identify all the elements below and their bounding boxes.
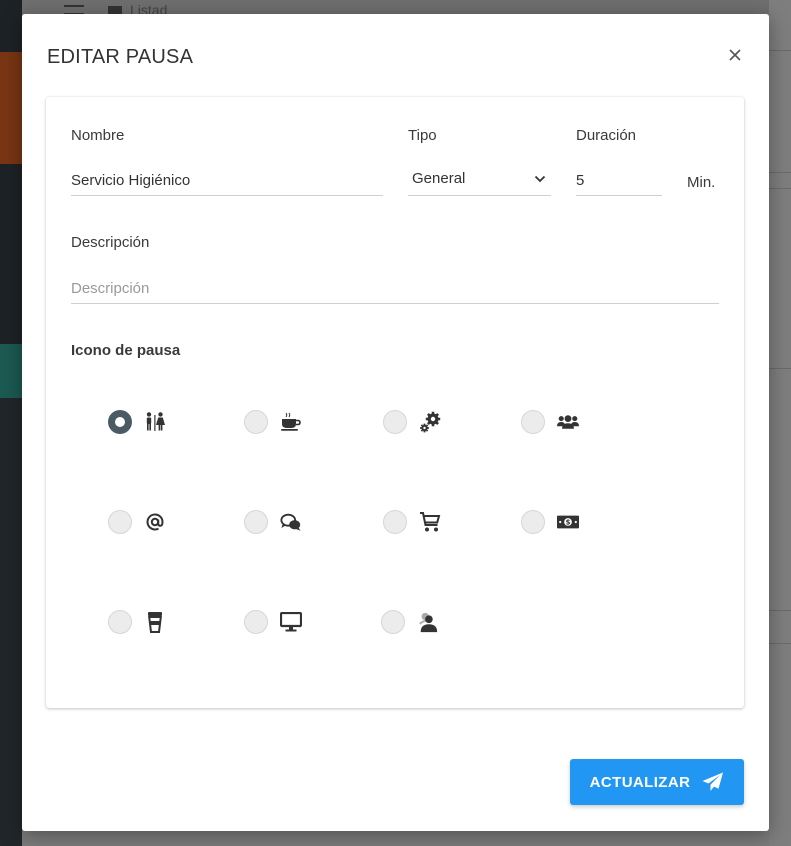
radio-button[interactable] [521,410,545,434]
app-divider [769,368,791,369]
tipo-label: Tipo [408,127,437,144]
icon-option-cup[interactable] [108,602,228,642]
at-icon [144,511,166,533]
app-divider [769,50,791,51]
money-icon: $ [557,511,579,533]
close-button[interactable] [722,42,748,68]
user-secret-icon [417,611,439,633]
comments-icon [280,511,302,533]
icono-label: Icono de pausa [71,342,181,359]
cart-icon [419,511,441,533]
icon-option-coffee[interactable] [244,402,364,442]
descripcion-field [71,274,719,304]
edit-pause-dialog: EDITAR PAUSA Nombre Tipo General Duració… [22,14,769,831]
grid-icon [108,6,122,14]
icon-option-cogs[interactable] [383,402,503,442]
cogs-icon [419,411,441,433]
radio-button[interactable] [381,610,405,634]
sidebar-lower [0,398,22,846]
app-divider [769,172,791,173]
descripcion-input[interactable] [71,274,719,302]
dialog-title: EDITAR PAUSA [47,46,194,68]
form-card: Nombre Tipo General Duración Min. Descri… [46,97,744,708]
radio-button[interactable] [244,510,268,534]
svg-text:$: $ [566,519,571,527]
radio-button[interactable] [244,410,268,434]
radio-button[interactable] [108,510,132,534]
nombre-label: Nombre [71,127,125,144]
radio-button[interactable] [383,410,407,434]
actualizar-button-label: ACTUALIZAR [589,773,691,791]
radio-button[interactable] [108,610,132,634]
app-divider [769,610,791,611]
actualizar-button[interactable]: ACTUALIZAR [570,759,744,805]
desktop-icon [280,611,302,633]
users-icon [557,411,579,433]
app-content-edge [769,0,791,846]
duracion-label: Duración [576,127,637,144]
sidebar-accent [0,52,22,164]
paper-plane-icon [702,772,724,791]
radio-button[interactable] [383,510,407,534]
icon-option-comments[interactable] [244,502,364,542]
icon-option-money[interactable]: $ [521,502,641,542]
duracion-field [576,166,662,196]
icon-option-at[interactable] [108,502,228,542]
cup-icon [144,611,166,633]
duracion-unit: Min. [687,174,716,191]
icon-option-restroom[interactable] [108,402,228,442]
duracion-input[interactable] [576,166,662,194]
radio-button[interactable] [108,410,132,434]
close-icon [729,49,741,61]
radio-button[interactable] [521,510,545,534]
radio-button[interactable] [244,610,268,634]
restroom-icon [144,411,166,433]
descripcion-label: Descripción [71,234,150,251]
sidebar-active-item [0,344,22,398]
icon-option-desktop[interactable] [244,602,364,642]
app-divider [769,188,791,189]
icon-option-user-secret[interactable] [381,602,501,642]
nombre-input[interactable] [71,166,383,194]
coffee-icon [280,411,302,433]
icon-option-cart[interactable] [383,502,503,542]
tipo-select[interactable]: General [408,166,551,196]
app-divider [769,643,791,644]
icon-option-users[interactable] [521,402,641,442]
tipo-selected-value: General [412,170,466,187]
nombre-field [71,166,383,196]
chevron-down-icon [534,175,546,183]
